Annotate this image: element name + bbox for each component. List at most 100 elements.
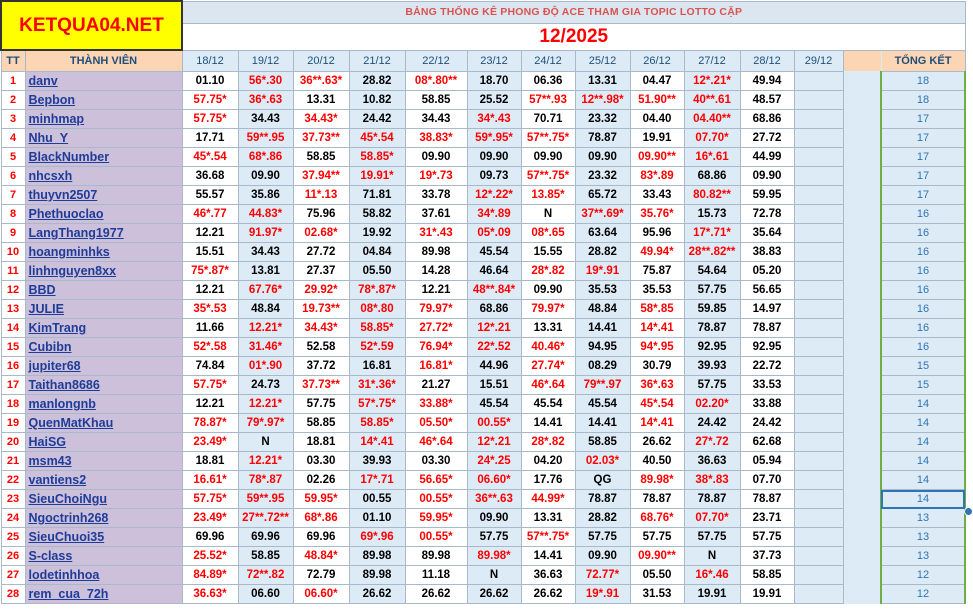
result-cell[interactable]: 69.96 (292, 527, 350, 547)
total-cell[interactable]: 16 (880, 242, 966, 262)
row-number[interactable]: 3 (0, 109, 26, 129)
header-date[interactable]: 23/12 (466, 49, 522, 72)
result-cell[interactable]: 58.85 (292, 147, 350, 167)
result-cell[interactable]: 05.50 (348, 261, 406, 281)
result-cell[interactable]: 24.42 (739, 413, 795, 433)
result-cell[interactable] (793, 280, 844, 300)
result-cell[interactable]: 07.70 (739, 470, 795, 490)
total-cell[interactable]: 12 (880, 584, 966, 604)
result-cell[interactable]: 27.37 (292, 261, 350, 281)
result-cell[interactable] (793, 90, 844, 110)
result-cell[interactable]: 57.75 (739, 527, 795, 547)
row-number[interactable]: 26 (0, 546, 26, 566)
result-cell[interactable]: 11.66 (181, 318, 239, 338)
result-cell[interactable]: 28**.82** (683, 242, 741, 262)
result-cell[interactable]: 00.55* (466, 413, 522, 433)
result-cell[interactable]: 58.85* (348, 147, 406, 167)
result-cell[interactable]: 45*.54 (348, 128, 406, 148)
result-cell[interactable]: 12.21 (181, 280, 239, 300)
result-cell[interactable]: 00.55 (348, 489, 406, 509)
row-number[interactable]: 8 (0, 204, 26, 224)
result-cell[interactable]: 36.63 (683, 451, 741, 471)
result-cell[interactable]: 58.82 (348, 204, 406, 224)
result-cell[interactable]: 09.90 (520, 280, 576, 300)
result-cell[interactable]: 04.40 (629, 109, 685, 129)
member-link[interactable]: SieuChoiNgu (24, 489, 183, 509)
result-cell[interactable]: 37**.69* (574, 204, 631, 224)
result-cell[interactable]: 15.51 (466, 375, 522, 395)
result-cell[interactable]: 09.73 (466, 166, 522, 186)
result-cell[interactable]: 12.21 (181, 223, 239, 243)
row-number[interactable]: 4 (0, 128, 26, 148)
member-link[interactable]: danv (24, 71, 183, 91)
result-cell[interactable]: 15.55 (520, 242, 576, 262)
result-cell[interactable]: 45.54 (520, 394, 576, 414)
result-cell[interactable]: 40**.61 (683, 90, 741, 110)
result-cell[interactable]: 48.84 (574, 299, 631, 319)
result-cell[interactable]: 02.20* (683, 394, 741, 414)
result-cell[interactable]: 76.94* (404, 337, 468, 357)
result-cell[interactable]: 35.64 (739, 223, 795, 243)
result-cell[interactable]: 14.41 (574, 413, 631, 433)
result-cell[interactable]: 06.60* (292, 584, 350, 604)
result-cell[interactable]: 17*.71* (683, 223, 741, 243)
result-cell[interactable]: 16*.46 (683, 565, 741, 585)
header-tt[interactable]: TT (0, 49, 26, 72)
result-cell[interactable]: 33.88* (404, 394, 468, 414)
result-cell[interactable]: 57.75 (683, 375, 741, 395)
result-cell[interactable]: N (683, 546, 741, 566)
result-cell[interactable] (793, 185, 844, 205)
result-cell[interactable]: 58*.85 (629, 299, 685, 319)
result-cell[interactable]: 06.60* (466, 470, 522, 490)
total-cell[interactable]: 16 (880, 299, 966, 319)
result-cell[interactable]: 12*.21* (683, 71, 741, 91)
result-cell[interactable]: 57**.75* (520, 128, 576, 148)
header-date[interactable]: 19/12 (237, 49, 294, 72)
result-cell[interactable]: 57.75* (181, 375, 239, 395)
result-cell[interactable]: 04.20 (520, 451, 576, 471)
member-link[interactable]: jupiter68 (24, 356, 183, 376)
result-cell[interactable]: 26.62 (348, 584, 406, 604)
total-cell[interactable]: 16 (880, 337, 966, 357)
member-link[interactable]: BlackNumber (24, 147, 183, 167)
result-cell[interactable]: 57**.75* (520, 166, 576, 186)
result-cell[interactable]: 40.46* (520, 337, 576, 357)
result-cell[interactable]: 48.84 (237, 299, 294, 319)
result-cell[interactable]: 36.63 (520, 565, 576, 585)
result-cell[interactable]: 09.90 (237, 166, 294, 186)
result-cell[interactable]: 05*.09 (466, 223, 522, 243)
header-date[interactable]: 28/12 (739, 49, 795, 72)
member-link[interactable]: manlongnb (24, 394, 183, 414)
result-cell[interactable]: 12*.21 (466, 318, 522, 338)
total-cell[interactable]: 18 (880, 90, 966, 110)
result-cell[interactable]: 92.95 (683, 337, 741, 357)
member-link[interactable]: LangThang1977 (24, 223, 183, 243)
result-cell[interactable]: 27.74* (520, 356, 576, 376)
total-cell[interactable]: 14 (880, 413, 966, 433)
result-cell[interactable]: 01.10 (181, 71, 239, 91)
total-cell[interactable]: 12 (880, 565, 966, 585)
result-cell[interactable]: 69.96 (181, 527, 239, 547)
result-cell[interactable]: 18.81 (292, 432, 350, 452)
result-cell[interactable]: 24.42 (348, 109, 406, 129)
member-link[interactable]: Ngoctrinh268 (24, 508, 183, 528)
result-cell[interactable]: 54.64 (683, 261, 741, 281)
result-cell[interactable] (793, 242, 844, 262)
header-date[interactable]: 20/12 (292, 49, 350, 72)
result-cell[interactable]: 58.85 (237, 546, 294, 566)
result-cell[interactable]: 34*.43 (466, 109, 522, 129)
result-cell[interactable]: 23.32 (574, 109, 631, 129)
result-cell[interactable]: 57.75 (292, 394, 350, 414)
result-cell[interactable]: 67.76* (237, 280, 294, 300)
result-cell[interactable]: 59.95* (292, 489, 350, 509)
result-cell[interactable]: 08*.80** (404, 71, 468, 91)
result-cell[interactable]: 24.42 (683, 413, 741, 433)
result-cell[interactable]: 03.30 (404, 451, 468, 471)
result-cell[interactable] (793, 413, 844, 433)
result-cell[interactable]: 30.79 (629, 356, 685, 376)
result-cell[interactable] (793, 261, 844, 281)
result-cell[interactable]: 16.81* (404, 356, 468, 376)
result-cell[interactable]: 11.18 (404, 565, 468, 585)
member-link[interactable]: nhcsxh (24, 166, 183, 186)
result-cell[interactable]: 58.85 (292, 413, 350, 433)
